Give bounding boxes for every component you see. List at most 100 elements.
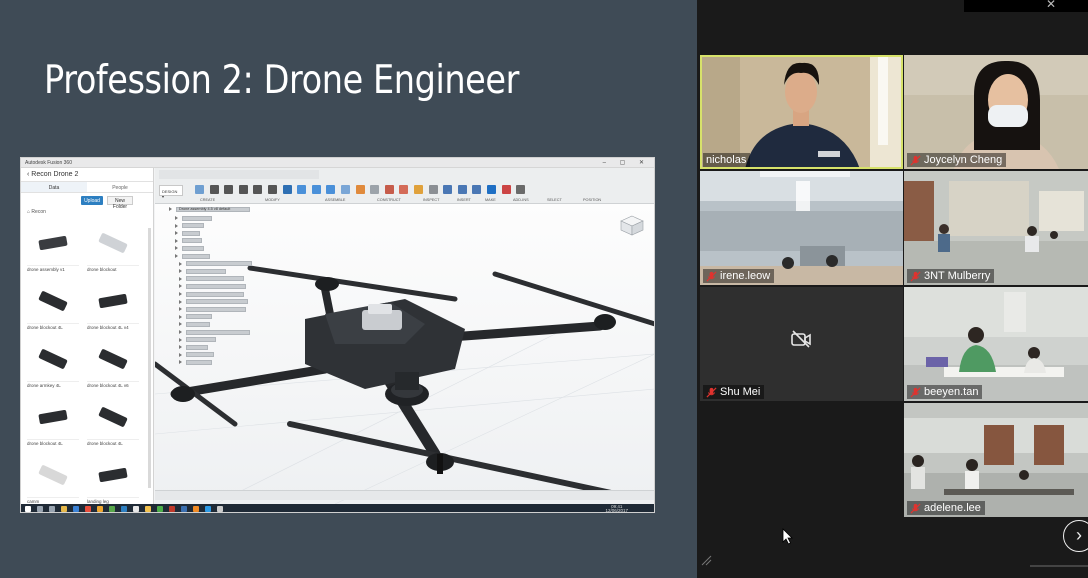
- taskbar-app-icon[interactable]: [61, 506, 67, 512]
- browser-tree-node[interactable]: [179, 314, 212, 320]
- participant-tile-adelene-lee[interactable]: adelene.lee: [904, 403, 1088, 517]
- design-thumbnail[interactable]: camm: [25, 454, 81, 506]
- toolbar-tool-icon[interactable]: [297, 185, 307, 194]
- toolbar-tool-icon[interactable]: [209, 185, 219, 194]
- tab-data[interactable]: Data: [21, 182, 87, 192]
- toolbar-tool-icon[interactable]: [238, 185, 248, 194]
- browser-tree-node[interactable]: [179, 321, 210, 327]
- toolbar-tool-icon[interactable]: [253, 185, 263, 194]
- browser-tree-node[interactable]: [179, 261, 252, 267]
- project-name[interactable]: Recon Drone 2: [31, 171, 78, 178]
- toolbar-tool-icon[interactable]: [326, 185, 336, 194]
- toolbar-group-label[interactable]: INSERT: [457, 198, 471, 202]
- toolbar-tool-icon[interactable]: [428, 185, 438, 194]
- toolbar-tool-icon[interactable]: [195, 185, 204, 194]
- taskbar-app-icon[interactable]: [205, 506, 211, 512]
- toolbar-group-label[interactable]: MAKE: [485, 198, 496, 202]
- participant-tile-beeyen-tan[interactable]: beeyen.tan: [904, 287, 1088, 401]
- toolbar-tool-icon[interactable]: [311, 185, 321, 194]
- toolbar-group-label[interactable]: INSPECT: [423, 198, 439, 202]
- taskbar-app-icon[interactable]: [37, 506, 43, 512]
- toolbar-group-label[interactable]: ADD-INS: [513, 198, 529, 202]
- toolbar-group-label[interactable]: MODIFY: [265, 198, 280, 202]
- browser-tree-node[interactable]: [175, 253, 210, 259]
- toolbar-tool-icon[interactable]: [487, 185, 496, 194]
- design-thumbnail[interactable]: drone blockout 4L: [25, 396, 81, 448]
- browser-tree-node[interactable]: [179, 352, 214, 358]
- browser-tree-node[interactable]: [179, 299, 248, 305]
- chevron-right-icon[interactable]: ›: [1063, 520, 1088, 552]
- taskbar-app-icon[interactable]: [97, 506, 103, 512]
- design-thumbnail[interactable]: drone blockout 4L: [25, 280, 81, 332]
- timeline[interactable]: [155, 490, 654, 500]
- participant-tile-3nt-mulberry[interactable]: 3NT Mulberry: [904, 171, 1088, 285]
- browser-tree-node[interactable]: [175, 223, 204, 229]
- browser-tree-node[interactable]: [179, 359, 212, 365]
- toolbar-tool-icon[interactable]: [355, 185, 365, 194]
- taskbar-app-icon[interactable]: [145, 506, 151, 512]
- browser-tree-node[interactable]: [179, 283, 246, 289]
- taskbar-app-icon[interactable]: [49, 506, 55, 512]
- tab-people[interactable]: People: [87, 182, 153, 192]
- design-thumbnail[interactable]: landing leg: [85, 454, 141, 506]
- participant-tile-irene-leow[interactable]: irene.leow: [700, 171, 903, 285]
- toolbar-tool-icon[interactable]: [384, 185, 394, 194]
- participant-tile-shu-mei[interactable]: Shu Mei: [700, 287, 903, 401]
- taskbar-app-icon[interactable]: [193, 506, 199, 512]
- new-folder-button[interactable]: New Folder: [107, 196, 133, 210]
- taskbar-app-icon[interactable]: [157, 506, 163, 512]
- toolbar-tool-icon[interactable]: [501, 185, 511, 194]
- taskbar-app-icon[interactable]: [169, 506, 175, 512]
- design-thumbnail[interactable]: drone armkey 4L: [25, 338, 81, 390]
- toolbar-tool-icon[interactable]: [282, 185, 292, 194]
- browser-root[interactable]: Drone assembly 4.5 v8 default: [169, 206, 250, 212]
- browser-tree-node[interactable]: [175, 230, 200, 236]
- design-thumbnail[interactable]: drone blockout 4L v4: [85, 280, 141, 332]
- document-tabs[interactable]: [159, 170, 319, 179]
- browser-tree-node[interactable]: [179, 337, 216, 343]
- toolbar-tool-icon[interactable]: [341, 185, 350, 194]
- toolbar-tool-icon[interactable]: [472, 185, 482, 194]
- taskbar-app-icon[interactable]: [73, 506, 79, 512]
- resize-grip-icon[interactable]: [700, 554, 712, 566]
- toolbar-tool-icon[interactable]: [370, 185, 380, 194]
- browser-tree-node[interactable]: [179, 329, 250, 335]
- toolbar-tool-icon[interactable]: [399, 185, 409, 194]
- windows-start-icon[interactable]: [25, 506, 31, 512]
- toolbar-group-label[interactable]: CONSTRUCT: [377, 198, 401, 202]
- taskbar-app-icon[interactable]: [217, 506, 223, 512]
- workspace-selector[interactable]: DESIGN ▾: [159, 185, 183, 199]
- browser-tree-node[interactable]: [179, 268, 226, 274]
- toolbar-tool-icon[interactable]: [414, 185, 423, 194]
- toolbar-group-label[interactable]: SELECT: [547, 198, 562, 202]
- participant-tile-nicholas[interactable]: nicholas: [700, 55, 903, 169]
- design-thumbnail[interactable]: drone assembly v1: [25, 222, 81, 274]
- design-thumbnail[interactable]: drone blockout 4L: [85, 396, 141, 448]
- taskbar-app-icon[interactable]: [133, 506, 139, 512]
- browser-tree-node[interactable]: [175, 215, 212, 221]
- viewcube-icon[interactable]: [619, 214, 645, 236]
- toolbar-tool-icon[interactable]: [516, 185, 526, 194]
- toolbar-tool-icon[interactable]: [224, 185, 234, 194]
- taskbar-app-icon[interactable]: [121, 506, 127, 512]
- toolbar-group-label[interactable]: CREATE: [200, 198, 215, 202]
- taskbar-app-icon[interactable]: [85, 506, 91, 512]
- upload-button[interactable]: Upload: [81, 196, 103, 205]
- data-panel-scrollbar[interactable]: [148, 228, 151, 488]
- taskbar-app-icon[interactable]: [181, 506, 187, 512]
- toolbar-group-label[interactable]: POSITION: [583, 198, 601, 202]
- browser-tree-node[interactable]: [179, 306, 246, 312]
- participant-tile-joycelyn-cheng[interactable]: Joycelyn Cheng: [904, 55, 1088, 169]
- toolbar-group-label[interactable]: ASSEMBLE: [325, 198, 345, 202]
- browser-tree-node[interactable]: [175, 238, 202, 244]
- toolbar-tool-icon[interactable]: [443, 185, 453, 194]
- browser-tree-node[interactable]: [175, 245, 204, 251]
- design-thumbnail[interactable]: drone blockout 4L v6: [85, 338, 141, 390]
- breadcrumb-item[interactable]: Recon: [31, 209, 45, 215]
- toolbar-tool-icon[interactable]: [457, 185, 467, 194]
- close-icon[interactable]: ✕: [1046, 0, 1056, 11]
- taskbar-app-icon[interactable]: [109, 506, 115, 512]
- toolbar-tool-icon[interactable]: [268, 185, 277, 194]
- design-thumbnail[interactable]: drone blockout: [85, 222, 141, 274]
- browser-tree-node[interactable]: [179, 276, 244, 282]
